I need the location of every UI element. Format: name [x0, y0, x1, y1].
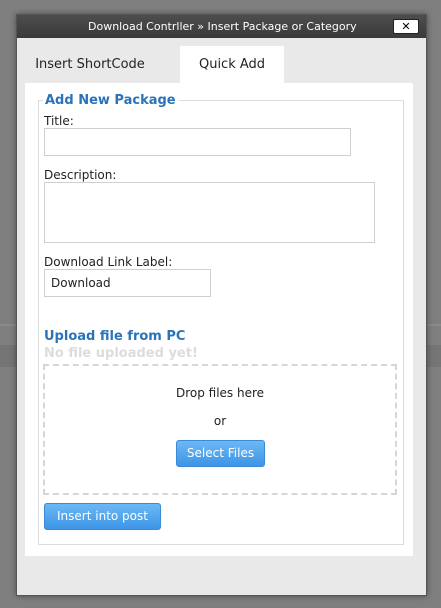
description-label: Description:: [44, 168, 117, 182]
description-textarea[interactable]: [44, 182, 375, 243]
add-package-legend: Add New Package: [45, 93, 176, 108]
title-label: Title:: [44, 114, 74, 128]
close-button[interactable]: ✕: [393, 19, 419, 34]
drop-files-text: Drop files here: [175, 386, 265, 400]
dialog-titlebar: Download Contrller » Insert Package or C…: [17, 15, 426, 38]
close-icon: ✕: [401, 20, 411, 33]
upload-status: No file uploaded yet!: [44, 346, 198, 361]
select-files-button[interactable]: Select Files: [176, 440, 265, 467]
tab-bar: Insert ShortCode Quick Add: [17, 46, 426, 83]
link-label-label: Download Link Label:: [44, 255, 173, 269]
tab-quick-add[interactable]: Quick Add: [180, 46, 284, 83]
title-input[interactable]: [44, 128, 351, 156]
insert-into-post-button[interactable]: Insert into post: [44, 503, 161, 530]
file-dropzone[interactable]: Drop files here or Select Files: [43, 364, 397, 495]
link-label-input[interactable]: [44, 269, 211, 297]
upload-heading: Upload file from PC: [44, 329, 186, 344]
tab-insert-shortcode[interactable]: Insert ShortCode: [31, 46, 149, 83]
or-text: or: [213, 414, 227, 428]
dialog-title: Download Contrller » Insert Package or C…: [88, 20, 357, 33]
